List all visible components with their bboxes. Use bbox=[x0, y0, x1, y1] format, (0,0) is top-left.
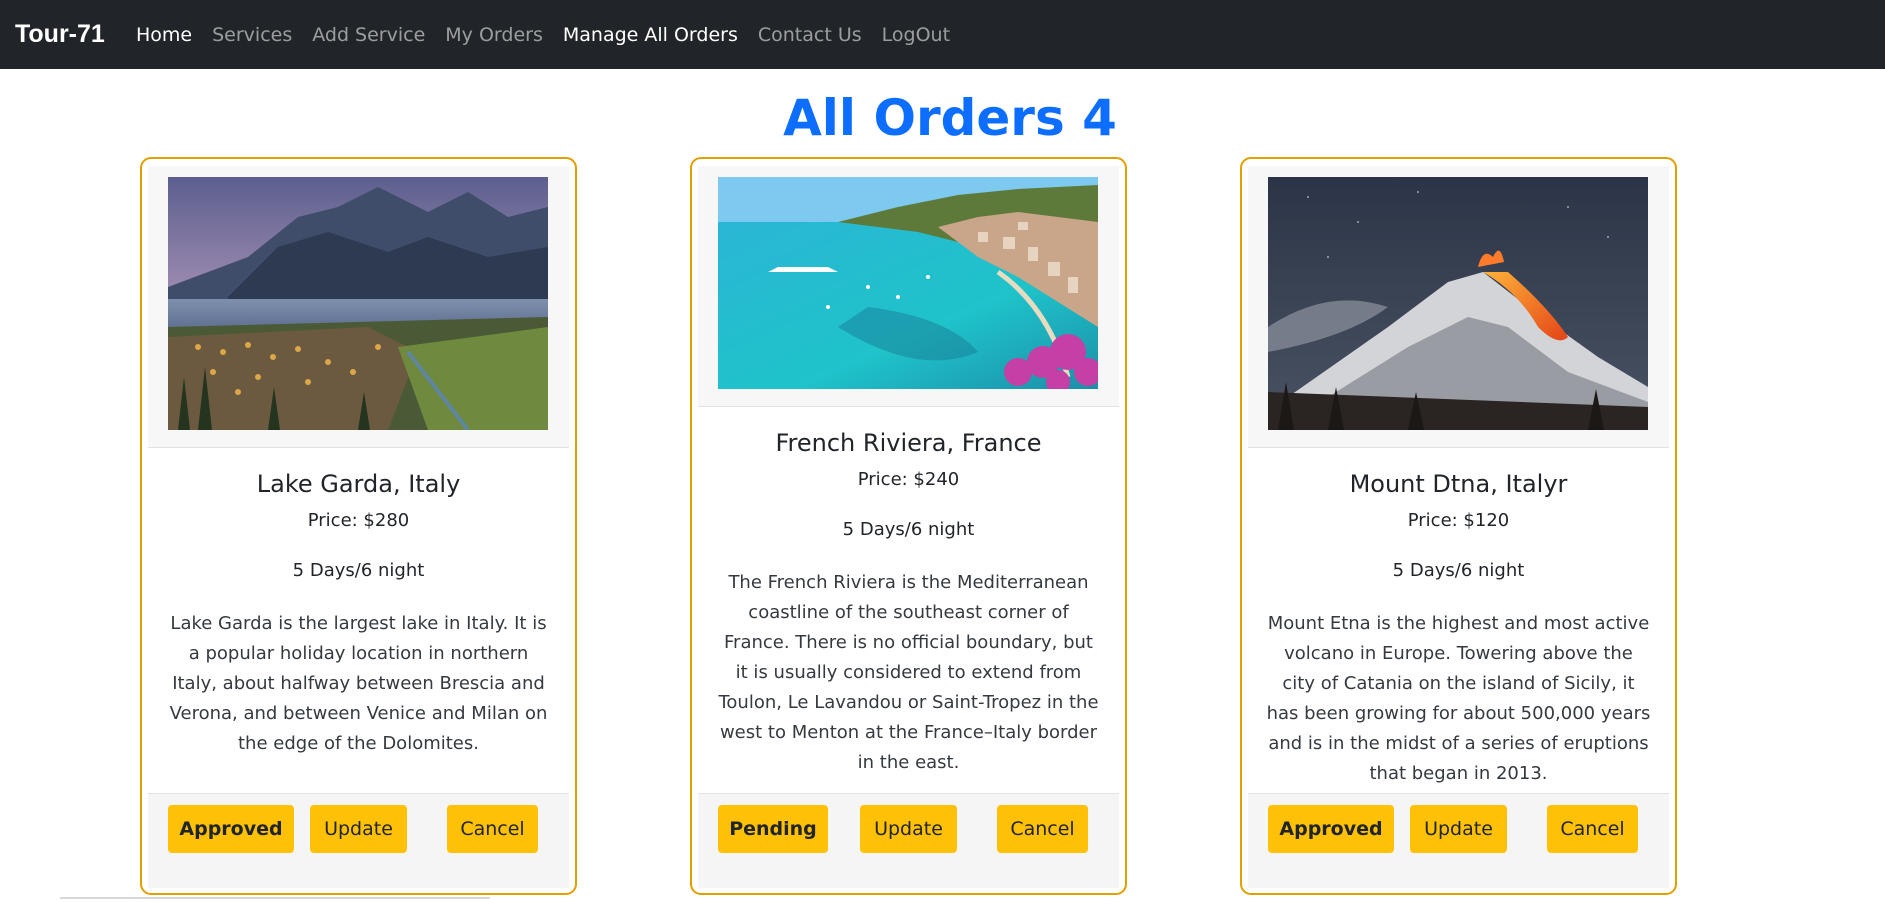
card-description: Mount Etna is the highest and most activ… bbox=[1266, 613, 1651, 784]
nav-link-my-orders[interactable]: My Orders bbox=[445, 24, 543, 46]
card-body: French Riviera, France Price: $240 5 Day… bbox=[698, 428, 1119, 778]
card-footer: Approved Update Cancel bbox=[1248, 793, 1669, 888]
coastline-photo bbox=[718, 177, 1098, 389]
nav-link-contact-us[interactable]: Contact Us bbox=[758, 24, 862, 46]
status-approved-button[interactable]: Approved bbox=[168, 805, 294, 853]
bottom-divider bbox=[60, 897, 490, 899]
cancel-button[interactable]: Cancel bbox=[1547, 805, 1638, 853]
card-price: Price: $280 bbox=[307, 510, 410, 531]
card-price: Price: $240 bbox=[857, 469, 960, 490]
status-approved-button[interactable]: Approved bbox=[1268, 805, 1394, 853]
card-title: French Riviera, France bbox=[775, 429, 1042, 457]
card-image-area bbox=[148, 166, 569, 448]
order-card: French Riviera, France Price: $240 5 Day… bbox=[690, 157, 1127, 895]
card-body: Mount Dtna, Italyr Price: $120 5 Days/6 … bbox=[1248, 469, 1669, 789]
card-duration: 5 Days/6 night bbox=[1392, 560, 1525, 581]
order-card: Lake Garda, Italy Price: $280 5 Days/6 n… bbox=[140, 157, 577, 895]
cancel-button[interactable]: Cancel bbox=[447, 805, 538, 853]
cancel-button[interactable]: Cancel bbox=[997, 805, 1088, 853]
update-button[interactable]: Update bbox=[860, 805, 957, 853]
nav-links: Home Services Add Service My Orders Mana… bbox=[136, 0, 970, 69]
card-footer: Pending Update Cancel bbox=[698, 793, 1119, 888]
top-navbar: Tour-71 Home Services Add Service My Ord… bbox=[0, 0, 1885, 69]
card-body: Lake Garda, Italy Price: $280 5 Days/6 n… bbox=[148, 469, 569, 759]
volcano-photo bbox=[1268, 177, 1648, 430]
lake-landscape-photo bbox=[168, 177, 548, 430]
card-description: Lake Garda is the largest lake in Italy.… bbox=[169, 613, 548, 754]
card-image-area bbox=[1248, 166, 1669, 448]
update-button[interactable]: Update bbox=[1410, 805, 1507, 853]
nav-link-manage-all-orders[interactable]: Manage All Orders bbox=[563, 24, 738, 46]
page-title: All Orders 4 bbox=[783, 89, 1117, 147]
nav-link-services[interactable]: Services bbox=[212, 24, 292, 46]
status-pending-button[interactable]: Pending bbox=[718, 805, 828, 853]
update-button[interactable]: Update bbox=[310, 805, 407, 853]
nav-link-logout[interactable]: LogOut bbox=[882, 24, 950, 46]
brand-logo[interactable]: Tour-71 bbox=[15, 20, 105, 49]
card-duration: 5 Days/6 night bbox=[292, 560, 425, 581]
card-image-area bbox=[698, 166, 1119, 407]
order-card: Mount Dtna, Italyr Price: $120 5 Days/6 … bbox=[1240, 157, 1677, 895]
card-footer: Approved Update Cancel bbox=[148, 793, 569, 888]
card-price: Price: $120 bbox=[1407, 510, 1510, 531]
card-title: Lake Garda, Italy bbox=[256, 470, 461, 498]
nav-link-add-service[interactable]: Add Service bbox=[312, 24, 425, 46]
card-title: Mount Dtna, Italyr bbox=[1349, 470, 1568, 498]
nav-link-home[interactable]: Home bbox=[136, 24, 192, 46]
card-duration: 5 Days/6 night bbox=[842, 519, 975, 540]
card-description: The French Riviera is the Mediterranean … bbox=[718, 572, 1099, 773]
